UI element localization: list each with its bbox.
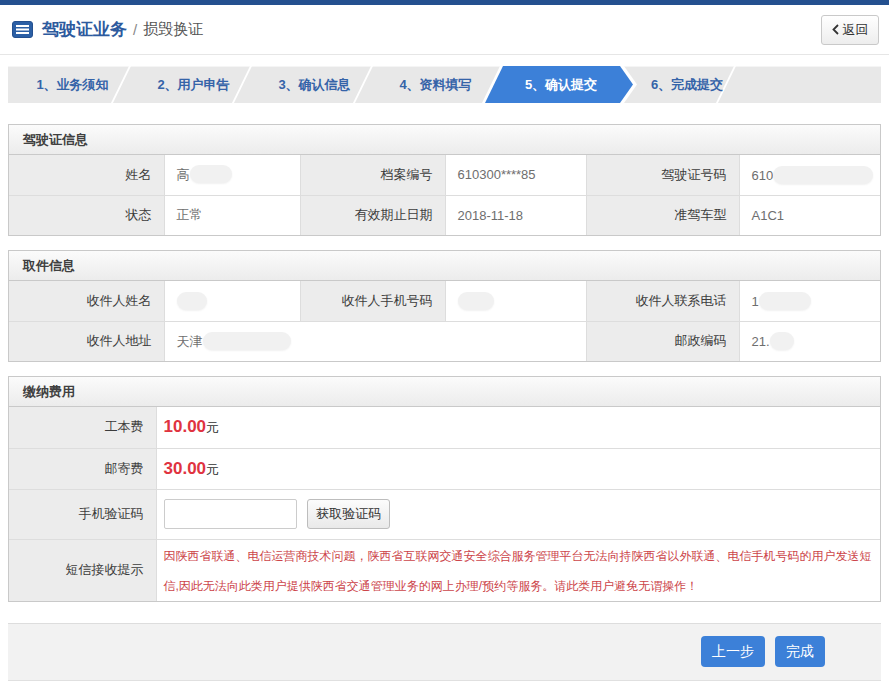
recipient-tel-value: 1 — [739, 281, 880, 321]
recipient-mobile-value — [445, 281, 586, 321]
pickup-info-table: 收件人姓名 收件人手机号码 收件人联系电话 1 收件人地址 天津 邮政编码 21… — [9, 281, 880, 361]
table-row: 状态 正常 有效期止日期 2018-11-18 准驾车型 A1C1 — [9, 195, 880, 235]
production-fee-unit: 元 — [206, 420, 219, 435]
table-row: 手机验证码 获取验证码 — [9, 489, 880, 539]
get-code-button[interactable]: 获取验证码 — [307, 499, 390, 529]
vehicle-class-value: A1C1 — [739, 195, 880, 235]
name-value: 高 — [164, 155, 300, 195]
license-no-value: 610 — [739, 155, 880, 195]
step-3-confirm-info[interactable]: 3、确认信息 — [254, 66, 375, 103]
step-6-complete[interactable]: 6、完成提交 — [627, 66, 747, 103]
recipient-tel-label: 收件人联系电话 — [586, 281, 739, 321]
step-2-declaration[interactable]: 2、用户申告 — [133, 66, 254, 103]
redaction-blur — [177, 292, 207, 310]
postal-code-label: 邮政编码 — [586, 321, 739, 361]
fees-table: 工本费 10.00元 邮寄费 30.00元 手机验证码 获取验证码 短信接收提示… — [9, 407, 880, 601]
sms-notice-text: 因陕西省联通、电信运营商技术问题，陕西省互联网交通安全综合服务管理平台无法向持陕… — [156, 539, 880, 601]
status-value: 正常 — [164, 195, 300, 235]
step-1-notice[interactable]: 1、业务须知 — [12, 66, 133, 103]
redaction-blur — [190, 165, 232, 183]
footer-action-bar: 上一步 完成 — [8, 623, 881, 681]
license-no-label: 驾驶证号码 — [586, 155, 739, 195]
expiry-label: 有效期止日期 — [300, 195, 445, 235]
license-info-section: 驾驶证信息 姓名 高 档案编号 610300****85 驾驶证号码 610 状… — [8, 124, 881, 236]
finish-button[interactable]: 完成 — [775, 636, 825, 667]
back-button[interactable]: 返回 — [821, 15, 879, 45]
postage-fee-unit: 元 — [206, 462, 219, 477]
redaction-blur — [203, 332, 291, 350]
redaction-blur — [759, 292, 811, 310]
recipient-name-value — [164, 281, 300, 321]
fees-section: 缴纳费用 工本费 10.00元 邮寄费 30.00元 手机验证码 获取验证码 短… — [8, 376, 881, 602]
step-4-fill-data[interactable]: 4、资料填写 — [375, 66, 496, 103]
pickup-info-section: 取件信息 收件人姓名 收件人手机号码 收件人联系电话 1 收件人地址 天津 邮政… — [8, 250, 881, 362]
redaction-blur — [458, 292, 494, 310]
license-info-title: 驾驶证信息 — [9, 125, 880, 155]
table-row: 短信接收提示 因陕西省联通、电信运营商技术问题，陕西省互联网交通安全综合服务管理… — [9, 539, 880, 601]
status-label: 状态 — [9, 195, 164, 235]
back-button-label: 返回 — [843, 21, 869, 39]
vehicle-class-label: 准驾车型 — [586, 195, 739, 235]
fees-title: 缴纳费用 — [9, 377, 880, 407]
redaction-blur — [770, 332, 794, 350]
chevron-left-icon — [832, 24, 839, 35]
production-fee-value: 10.00元 — [156, 407, 880, 448]
table-row: 姓名 高 档案编号 610300****85 驾驶证号码 610 — [9, 155, 880, 195]
step-5-confirm-submit[interactable]: 5、确认提交 — [491, 66, 631, 103]
page-header: 驾驶证业务 / 损毁换证 返回 — [0, 5, 889, 55]
file-no-value: 610300****85 — [445, 155, 586, 195]
name-label: 姓名 — [9, 155, 164, 195]
recipient-address-value: 天津 — [164, 321, 586, 361]
previous-step-button[interactable]: 上一步 — [701, 636, 765, 667]
recipient-mobile-label: 收件人手机号码 — [300, 281, 445, 321]
breadcrumb-separator: / — [133, 21, 137, 38]
postage-fee-amount: 30.00 — [164, 459, 207, 478]
postal-code-value: 21. — [739, 321, 880, 361]
sms-notice-label: 短信接收提示 — [9, 539, 156, 601]
redaction-blur — [773, 166, 873, 184]
recipient-address-label: 收件人地址 — [9, 321, 164, 361]
breadcrumb-current: 损毁换证 — [143, 20, 203, 39]
postage-fee-value: 30.00元 — [156, 448, 880, 489]
postage-fee-label: 邮寄费 — [9, 448, 156, 489]
sms-code-input[interactable] — [164, 499, 297, 529]
table-row: 收件人姓名 收件人手机号码 收件人联系电话 1 — [9, 281, 880, 321]
sms-code-cell: 获取验证码 — [156, 489, 880, 539]
production-fee-label: 工本费 — [9, 407, 156, 448]
table-row: 邮寄费 30.00元 — [9, 448, 880, 489]
production-fee-amount: 10.00 — [164, 417, 207, 436]
page-title: 驾驶证业务 — [42, 18, 127, 41]
table-row: 收件人地址 天津 邮政编码 21. — [9, 321, 880, 361]
sms-code-label: 手机验证码 — [9, 489, 156, 539]
expiry-value: 2018-11-18 — [445, 195, 586, 235]
recipient-name-label: 收件人姓名 — [9, 281, 164, 321]
step-progress-bar: 1、业务须知 2、用户申告 3、确认信息 4、资料填写 5、确认提交 6、完成提… — [8, 66, 881, 103]
file-no-label: 档案编号 — [300, 155, 445, 195]
list-icon — [12, 21, 33, 38]
pickup-info-title: 取件信息 — [9, 251, 880, 281]
table-row: 工本费 10.00元 — [9, 407, 880, 448]
license-info-table: 姓名 高 档案编号 610300****85 驾驶证号码 610 状态 正常 有… — [9, 155, 880, 235]
